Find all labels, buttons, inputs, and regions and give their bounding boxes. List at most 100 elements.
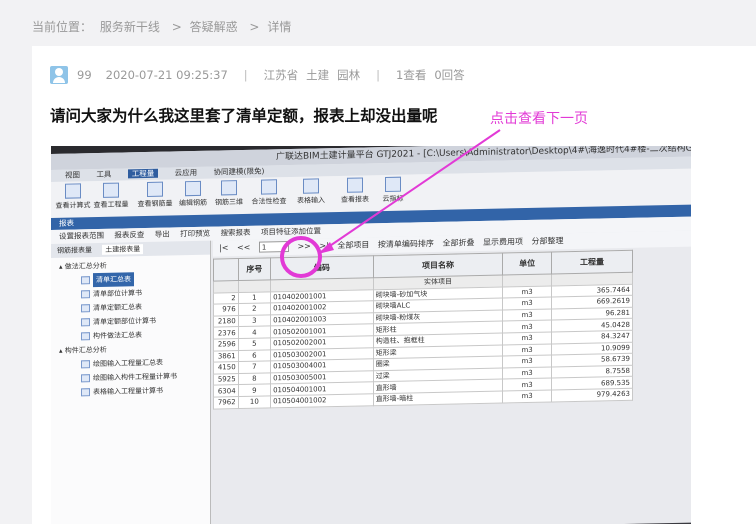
row-id: 4150: [213, 361, 239, 374]
report-tree-panel: 钢筋报表量 土建报表量 ▴ 做法汇总分析 清单汇总表 清单部位计算书 清单定额汇…: [51, 240, 211, 524]
rebar-3d-icon: [221, 180, 237, 196]
row-code: 010504001002: [270, 393, 374, 408]
col-name: 项目名称: [373, 253, 503, 278]
report-icon: [81, 290, 90, 299]
row-seq: 2: [238, 303, 271, 316]
post-datetime: 2020-07-21 09:25:37: [105, 68, 228, 82]
row-unit: m3: [502, 343, 552, 357]
tree-item: 表格输入工程量计算书: [51, 383, 210, 400]
author-name[interactable]: 99: [77, 68, 92, 82]
tab-rebar-report: 钢筋报表量: [57, 246, 92, 255]
ribbon-view-formula: 查看计算式: [53, 183, 93, 211]
menu-collab: 协同建模(限免): [213, 166, 265, 177]
row-unit: m3: [502, 297, 552, 310]
row-id: 5925: [213, 373, 239, 386]
ribbon-validity: 合法性检查: [249, 179, 289, 207]
col-seq: 序号: [238, 257, 271, 281]
cloud-icon: [385, 176, 401, 193]
page-number-box: 1: [258, 241, 289, 253]
row-unit: m3: [502, 389, 552, 403]
ribbon-cloud-index: 云指标: [373, 176, 413, 204]
attached-photo[interactable]: 广联达BIM土建计量平台 GTJ2021 - [C:\Users\Adminis…: [51, 146, 691, 524]
quantity-icon: [103, 182, 119, 198]
row-id: 3861: [213, 350, 239, 363]
row-id: 2: [213, 292, 239, 305]
col-unit: 单位: [502, 252, 552, 276]
row-name: 直形墙-暗柱: [373, 390, 503, 406]
prev-page-button: <<: [236, 242, 251, 253]
row-unit: m3: [502, 355, 552, 368]
view-count: 1查看: [396, 68, 427, 82]
quantity-table: 序号 编码 项目名称 单位 工程量 实体项目 2 1 010402001001 …: [213, 249, 633, 410]
breadcrumb: 当前位置： 服务新干线 > 答疑解惑 > 详情: [32, 18, 295, 35]
post-category: 土建: [306, 68, 330, 82]
row-id: 2180: [213, 315, 239, 328]
last-page-button: >|: [319, 241, 329, 251]
report-icon: [81, 318, 90, 327]
report-tree: ▴ 做法汇总分析 清单汇总表 清单部位计算书 清单定额汇总表 清单定额部位计算书…: [51, 255, 210, 400]
breadcrumb-link-qa[interactable]: 答疑解惑: [190, 20, 238, 34]
row-id: 976: [213, 303, 239, 316]
row-seq: 1: [238, 291, 271, 304]
row-seq: 4: [238, 326, 271, 339]
ribbon-view-report: 查看报表: [335, 177, 375, 205]
tool-feature-position: 项目特征添加位置: [260, 226, 321, 237]
ribbon-table-input: 表格输入: [291, 178, 331, 206]
ribbon-rebar-3d: 钢筋三维: [209, 180, 249, 208]
avatar[interactable]: [50, 66, 68, 84]
show-fee-items: 显示费用项: [483, 237, 523, 247]
row-seq: 9: [238, 384, 271, 397]
breadcrumb-current: 详情: [267, 20, 292, 34]
report-icon: [81, 388, 90, 397]
annotation-text: 点击查看下一页: [490, 111, 588, 127]
report-icon: [81, 304, 90, 313]
row-seq: 5: [238, 337, 271, 351]
menu-view: 视图: [65, 170, 80, 180]
row-unit: m3: [502, 285, 552, 299]
post-title: 请问大家为什么我这里套了清单定额，报表上却没出量呢: [50, 107, 438, 125]
answer-count: 0回答: [434, 68, 465, 82]
breadcrumb-separator: >: [249, 20, 260, 34]
software-screen: 广联达BIM土建计量平台 GTJ2021 - [C:\Users\Adminis…: [51, 146, 691, 524]
collapse-all: 全部折叠: [442, 238, 475, 248]
table-icon: [303, 178, 319, 194]
menu-cloud: 云应用: [174, 167, 198, 178]
report-icon: [81, 276, 90, 285]
row-seq: 3: [238, 314, 271, 327]
next-page-button: >>: [297, 241, 311, 251]
row-id: 2596: [213, 338, 239, 351]
tab-civil-report: 土建报表量: [102, 244, 144, 255]
post-region: 江苏省: [263, 68, 299, 82]
section-arrange: 分部整理: [531, 236, 564, 246]
post-subcategory: 园林: [337, 68, 361, 82]
ribbon-edit-rebar: 编辑钢筋: [173, 180, 213, 209]
row-id: 7962: [213, 396, 239, 409]
tool-set-range: 设置报表范围: [59, 230, 104, 241]
ribbon-view-quantity: 查看工程量: [91, 182, 131, 210]
breadcrumb-link-home[interactable]: 服务新干线: [100, 20, 160, 34]
edit-rebar-icon: [185, 180, 201, 197]
menu-tools: 工具: [96, 169, 112, 180]
formula-icon: [65, 183, 81, 199]
post-meta: 99 2020-07-21 09:25:37 | 江苏省 土建 园林 | 1查看…: [50, 66, 465, 84]
row-id: 6304: [213, 384, 239, 398]
menu-quantity: 工程量: [127, 168, 159, 179]
tool-reverse-lookup: 报表反查: [114, 230, 145, 240]
report-icon: [347, 177, 363, 193]
row-unit: m3: [502, 308, 552, 322]
row-seq: 6: [238, 349, 271, 362]
breadcrumb-separator: >: [171, 20, 182, 34]
filter-all-items: 全部项目: [337, 240, 370, 251]
row-seq: 10: [238, 395, 271, 409]
row-unit: m3: [502, 378, 552, 391]
ribbon-rebar-qty: 查看钢筋量: [135, 181, 175, 209]
sort-by-code: 按清单编码排序: [377, 238, 434, 250]
report-icon: [81, 374, 90, 383]
meta-separator: |: [376, 68, 381, 82]
post-card: 99 2020-07-21 09:25:37 | 江苏省 土建 园林 | 1查看…: [32, 46, 756, 524]
row-unit: m3: [502, 366, 552, 380]
row-unit: m3: [502, 331, 552, 345]
tool-search-report: 搜索报表: [220, 227, 251, 238]
tool-print-preview: 打印预览: [180, 228, 211, 239]
report-icon: [81, 332, 90, 341]
